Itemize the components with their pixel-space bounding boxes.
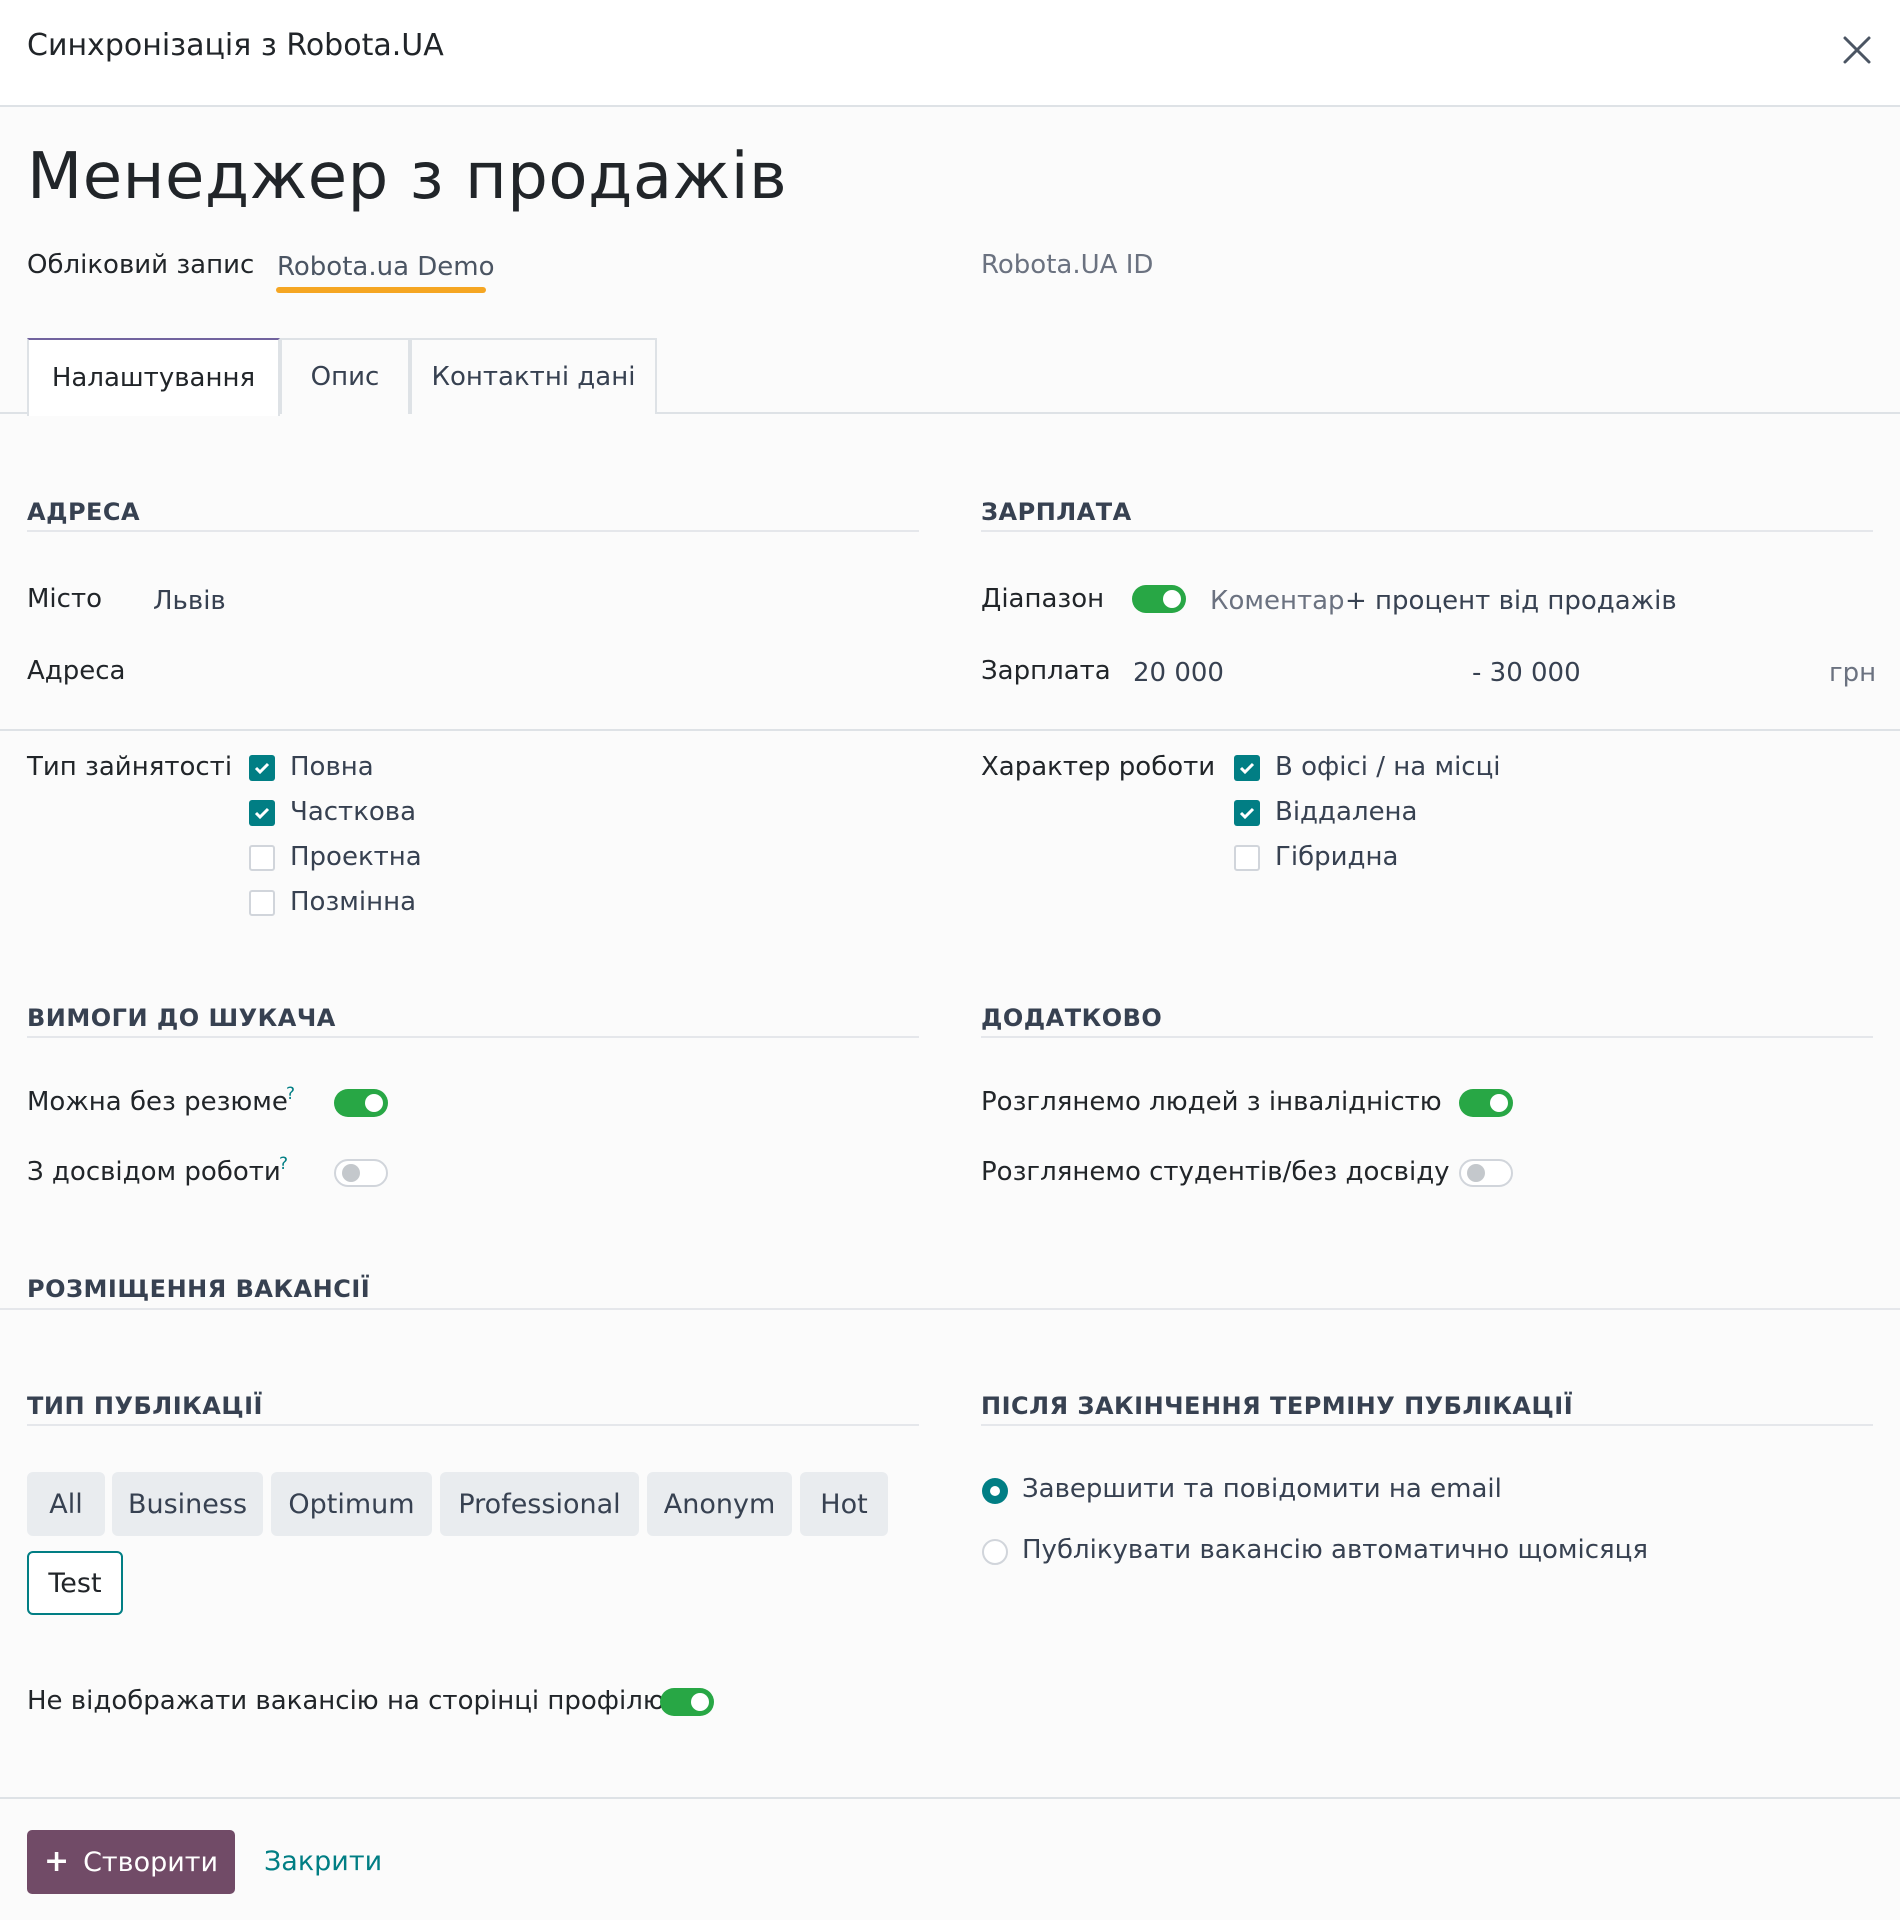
employment-shift-checkbox[interactable] bbox=[249, 890, 275, 916]
after-expiry-heading: ПІСЛЯ ЗАКІНЧЕННЯ ТЕРМІНУ ПУБЛІКАЦІЇ bbox=[981, 1392, 1574, 1420]
salary-from-field[interactable]: 20 000 bbox=[1133, 658, 1224, 688]
address-heading: АДРЕСА bbox=[27, 498, 141, 526]
after-republish-label: Публікувати вакансію автоматично щомісяц… bbox=[1022, 1535, 1648, 1565]
pub-type-heading: ТИП ПУБЛІКАЦІЇ bbox=[27, 1392, 263, 1420]
pub-type-optimum[interactable]: Optimum bbox=[271, 1472, 432, 1536]
salary-divider bbox=[981, 530, 1873, 532]
employment-full-label: Повна bbox=[290, 752, 374, 782]
section-divider bbox=[0, 729, 1900, 731]
create-button[interactable]: + Створити bbox=[27, 1830, 235, 1894]
employment-label: Тип зайнятості bbox=[27, 752, 233, 782]
range-toggle[interactable] bbox=[1132, 585, 1186, 613]
robota-id-label: Robota.UA ID bbox=[981, 250, 1154, 280]
experience-label: З досвідом роботи bbox=[27, 1157, 281, 1187]
plus-icon: + bbox=[43, 1844, 70, 1879]
pub-type-divider bbox=[27, 1424, 919, 1426]
no-resume-help-icon[interactable]: ? bbox=[286, 1084, 295, 1104]
placement-divider bbox=[0, 1308, 1900, 1310]
placement-heading: РОЗМІЩЕННЯ ВАКАНСІЇ bbox=[27, 1275, 371, 1303]
city-field[interactable]: Львів bbox=[153, 586, 226, 616]
dialog-title: Синхронізація з Robota.UA bbox=[27, 28, 444, 63]
additional-heading: ДОДАТКОВО bbox=[981, 1004, 1163, 1032]
no-resume-toggle[interactable] bbox=[334, 1089, 388, 1117]
employment-shift-label: Позмінна bbox=[290, 887, 417, 917]
work-hybrid-label: Гібридна bbox=[1275, 842, 1399, 872]
employment-project-label: Проектна bbox=[290, 842, 422, 872]
account-field-underline bbox=[276, 287, 486, 293]
requirements-divider bbox=[27, 1036, 919, 1038]
pub-type-business[interactable]: Business bbox=[112, 1472, 263, 1536]
comment-field[interactable]: + процент від продажів bbox=[1345, 586, 1677, 616]
dialog-header: Синхронізація з Robota.UA bbox=[0, 0, 1900, 107]
hide-profile-toggle[interactable] bbox=[660, 1688, 714, 1716]
additional-divider bbox=[981, 1036, 1873, 1038]
pub-type-professional[interactable]: Professional bbox=[440, 1472, 639, 1536]
hide-profile-label: Не відображати вакансію на сторінці проф… bbox=[27, 1686, 665, 1716]
close-button[interactable]: Закрити bbox=[264, 1846, 382, 1877]
experience-toggle[interactable] bbox=[334, 1159, 388, 1187]
employment-full-checkbox[interactable] bbox=[249, 755, 275, 781]
employment-part-checkbox[interactable] bbox=[249, 800, 275, 826]
salary-heading: ЗАРПЛАТА bbox=[981, 498, 1132, 526]
range-label: Діапазон bbox=[981, 584, 1105, 614]
pub-type-hot[interactable]: Hot bbox=[800, 1472, 888, 1536]
salary-to-field[interactable]: - 30 000 bbox=[1472, 658, 1581, 688]
after-finish-label: Завершити та повідомити на email bbox=[1022, 1474, 1502, 1504]
after-expiry-divider bbox=[981, 1424, 1873, 1426]
account-label: Обліковий запис bbox=[27, 250, 255, 280]
pub-type-test[interactable]: Test bbox=[27, 1551, 123, 1615]
pub-type-all[interactable]: All bbox=[27, 1472, 105, 1536]
employment-project-checkbox[interactable] bbox=[249, 845, 275, 871]
address-label: Адреса bbox=[27, 656, 126, 686]
comment-placeholder[interactable]: Коментар bbox=[1210, 586, 1345, 616]
experience-help-icon[interactable]: ? bbox=[279, 1154, 288, 1174]
work-office-label: В офісі / на місці bbox=[1275, 752, 1501, 782]
students-toggle[interactable] bbox=[1459, 1159, 1513, 1187]
create-button-label: Створити bbox=[83, 1846, 219, 1878]
close-icon[interactable] bbox=[1837, 30, 1877, 70]
work-hybrid-checkbox[interactable] bbox=[1234, 845, 1260, 871]
no-resume-label: Можна без резюме bbox=[27, 1087, 288, 1117]
requirements-heading: ВИМОГИ ДО ШУКАЧА bbox=[27, 1004, 336, 1032]
currency-label: грн bbox=[1829, 658, 1877, 688]
work-remote-label: Віддалена bbox=[1275, 797, 1418, 827]
tab-settings[interactable]: Налаштування bbox=[27, 338, 280, 416]
work-remote-checkbox[interactable] bbox=[1234, 800, 1260, 826]
city-label: Місто bbox=[27, 584, 103, 614]
footer-divider bbox=[0, 1797, 1900, 1799]
work-office-checkbox[interactable] bbox=[1234, 755, 1260, 781]
students-label: Розглянемо студентів/без досвіду bbox=[981, 1157, 1450, 1187]
salary-label: Зарплата bbox=[981, 656, 1111, 686]
account-field[interactable]: Robota.ua Demo bbox=[277, 252, 495, 282]
disabilities-label: Розглянемо людей з інвалідністю bbox=[981, 1087, 1442, 1117]
pub-type-anonym[interactable]: Anonym bbox=[647, 1472, 792, 1536]
tab-contacts[interactable]: Контактні дані bbox=[410, 338, 657, 414]
disabilities-toggle[interactable] bbox=[1459, 1089, 1513, 1117]
employment-part-label: Часткова bbox=[290, 797, 417, 827]
record-title: Менеджер з продажів bbox=[27, 140, 788, 214]
address-field[interactable] bbox=[153, 648, 919, 688]
after-finish-radio[interactable] bbox=[982, 1478, 1008, 1504]
tab-description[interactable]: Опис bbox=[280, 338, 410, 414]
address-divider bbox=[27, 530, 919, 532]
work-nature-label: Характер роботи bbox=[981, 752, 1216, 782]
after-republish-radio[interactable] bbox=[982, 1539, 1008, 1565]
